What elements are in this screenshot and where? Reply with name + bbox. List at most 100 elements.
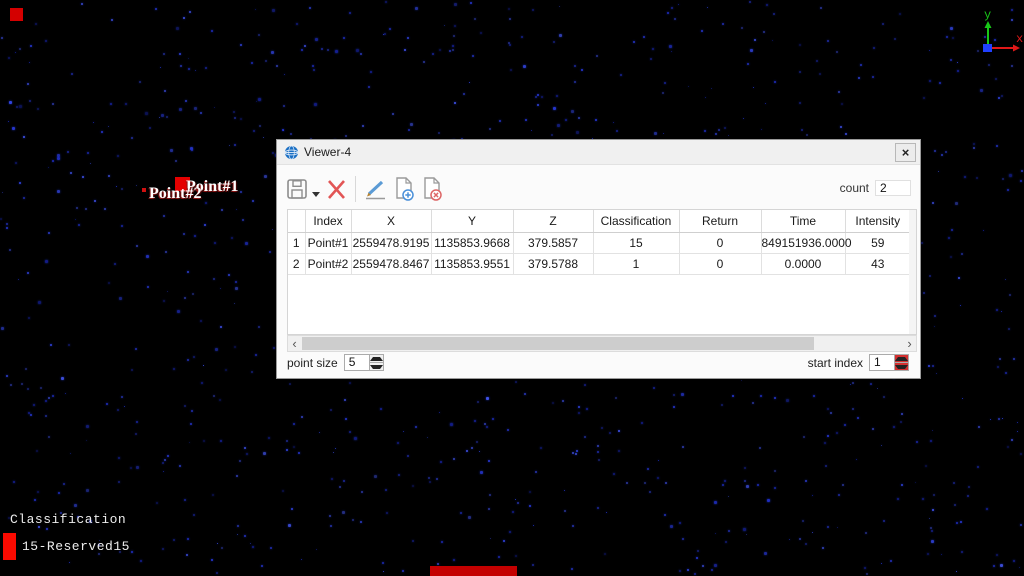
edit-pencil-icon: [366, 180, 385, 200]
save-button[interactable]: [285, 177, 309, 201]
cell-intensity[interactable]: 59: [845, 232, 910, 254]
cell-x[interactable]: 2559478.9195: [351, 232, 432, 254]
start-index-spinner[interactable]: 1: [869, 354, 909, 371]
point-cloud-dot: [801, 129, 803, 131]
count-field[interactable]: 2: [875, 180, 911, 196]
cell-intensity[interactable]: 43: [845, 253, 910, 275]
point-size-down-button[interactable]: [369, 362, 383, 370]
cell-time[interactable]: 0.0000: [761, 253, 846, 275]
point-cloud-dot: [352, 519, 354, 521]
scrollbar-thumb[interactable]: [302, 337, 814, 350]
point-cloud-dot: [973, 143, 975, 145]
point-cloud-dot: [998, 418, 1000, 420]
close-button[interactable]: ×: [895, 143, 916, 162]
point-cloud-dot: [200, 320, 202, 322]
col-x[interactable]: X: [351, 210, 432, 233]
point-cloud-dot: [741, 27, 743, 29]
toolbar-separator: [355, 176, 356, 202]
table-row[interactable]: 2 Point#2 2559478.8467 1135853.9551 379.…: [288, 253, 910, 275]
point-cloud-dot: [725, 541, 727, 543]
scroll-left-button[interactable]: ‹: [288, 336, 301, 351]
cell-time[interactable]: 849151936.0000: [761, 232, 852, 254]
add-point-button[interactable]: [392, 176, 416, 202]
table-row[interactable]: 1 Point#1 2559478.9195 1135853.9668 379.…: [288, 232, 910, 254]
point-cloud-dot: [121, 188, 123, 190]
cell-classification[interactable]: 15: [593, 232, 680, 254]
point-cloud-dot: [901, 484, 903, 486]
point-cloud-dot: [244, 447, 246, 449]
cell-z[interactable]: 379.5788: [513, 253, 594, 275]
edit-button[interactable]: [363, 177, 388, 201]
col-return[interactable]: Return: [679, 210, 762, 233]
dialog-titlebar[interactable]: Viewer-4 ×: [277, 140, 920, 165]
point-cloud-dot: [189, 11, 191, 13]
point-cloud-dot: [471, 447, 473, 449]
point-cloud-dot: [941, 154, 943, 156]
point-cloud-dot: [68, 344, 70, 346]
point-cloud-dot: [1009, 174, 1012, 177]
point-cloud-dot: [163, 53, 165, 55]
col-classification[interactable]: Classification: [593, 210, 680, 233]
delete-button[interactable]: [325, 177, 348, 201]
point-cloud-dot: [873, 47, 875, 49]
cell-index[interactable]: Point#1: [305, 232, 352, 254]
point-cloud-dot: [722, 23, 724, 25]
point-cloud-dot: [453, 35, 455, 37]
start-index-value[interactable]: 1: [870, 355, 894, 370]
point-cloud-dot: [214, 242, 216, 244]
col-z[interactable]: Z: [513, 210, 594, 233]
point-cloud-dot: [136, 245, 138, 247]
point-cloud-dot: [463, 93, 465, 95]
point-cloud-dot: [251, 62, 253, 64]
point-cloud-dot: [711, 569, 713, 571]
point-cloud-dot: [702, 565, 704, 567]
point-size-value[interactable]: 5: [345, 355, 369, 370]
col-index[interactable]: Index: [305, 210, 352, 233]
point-cloud-dot: [923, 292, 925, 294]
col-intensity[interactable]: Intensity: [845, 210, 910, 233]
point-cloud-dot: [111, 19, 113, 21]
point-cloud-dot: [653, 387, 655, 389]
point-cloud-dot: [272, 152, 274, 154]
point-cloud-dot: [996, 309, 998, 311]
col-time[interactable]: Time: [761, 210, 846, 233]
remove-point-doc-icon: [424, 177, 442, 201]
col-y[interactable]: Y: [431, 210, 514, 233]
remove-point-button[interactable]: [420, 176, 444, 202]
point-cloud-dot: [389, 28, 391, 30]
point-cloud-dot: [678, 4, 679, 5]
point-cloud-dot: [576, 450, 578, 452]
point-cloud-dot: [915, 482, 916, 483]
point-cloud-dot: [673, 406, 675, 408]
cell-index[interactable]: Point#2: [305, 253, 352, 275]
point-cloud-dot: [186, 554, 188, 556]
start-index-down-button[interactable]: [895, 362, 908, 370]
cell-y[interactable]: 1135853.9668: [431, 232, 514, 254]
cell-x[interactable]: 2559478.8467: [351, 253, 432, 275]
point-cloud-dot: [45, 400, 47, 402]
point-cloud-dot: [571, 110, 574, 113]
cell-return[interactable]: 0: [679, 232, 762, 254]
point-cloud-dot: [12, 127, 15, 130]
point-cloud-dot: [131, 369, 133, 371]
point-cloud-dot: [403, 431, 404, 432]
scroll-right-button[interactable]: ›: [903, 336, 916, 351]
point-cloud-dot: [901, 413, 903, 415]
point-cloud-dot: [595, 119, 597, 121]
point-cloud-dot: [799, 44, 801, 46]
vertical-scrollbar[interactable]: [909, 210, 916, 334]
point-size-spinner[interactable]: 5: [343, 354, 384, 371]
point2-marker[interactable]: [142, 188, 146, 192]
cell-return[interactable]: 0: [679, 253, 762, 275]
point-cloud-dot: [453, 559, 455, 561]
point-cloud-dot: [772, 40, 773, 41]
start-index-up-button[interactable]: [895, 355, 908, 362]
point-size-up-button[interactable]: [369, 355, 383, 362]
cell-y[interactable]: 1135853.9551: [431, 253, 514, 275]
cell-classification[interactable]: 1: [593, 253, 680, 275]
horizontal-scrollbar[interactable]: ‹ ›: [287, 335, 917, 352]
save-dropdown-arrow[interactable]: [312, 191, 320, 197]
point-cloud-dot: [74, 504, 77, 507]
point-cloud-dot: [711, 88, 712, 89]
cell-z[interactable]: 379.5857: [513, 232, 594, 254]
